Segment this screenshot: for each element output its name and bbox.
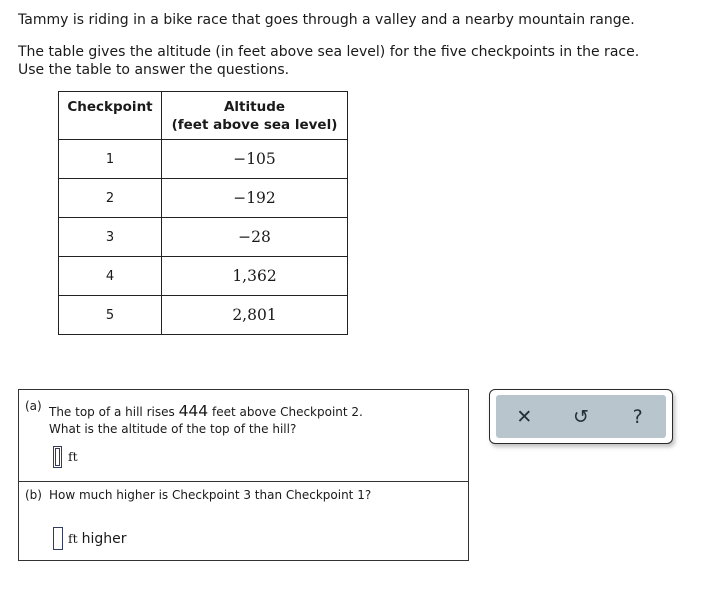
checkpoint-cell: 2 [58, 178, 162, 218]
question-a-number: 444 [178, 402, 209, 420]
question-a-line2: What is the altitude of the top of the h… [49, 422, 297, 436]
altitude-cell: −192 [161, 178, 348, 218]
question-b-label: (b) [25, 488, 42, 502]
instructions: The table gives the altitude (in feet ab… [18, 43, 639, 79]
table-row: 4 1,362 [58, 256, 348, 296]
checkpoint-cell: 1 [58, 139, 162, 179]
help-icon[interactable]: ? [618, 406, 658, 428]
checkpoint-cell: 4 [58, 256, 162, 296]
question-a-text-post: feet above Checkpoint 2. [208, 405, 363, 419]
table-row: 5 2,801 [58, 295, 348, 335]
altitude-cell: −105 [161, 139, 348, 179]
clear-icon[interactable]: ✕ [504, 406, 544, 428]
answer-b-unit: ft higher [68, 531, 127, 547]
table-row: 3 −28 [58, 217, 348, 257]
header-checkpoint: Checkpoint [58, 91, 162, 140]
question-b-text: How much higher is Checkpoint 3 than Che… [49, 488, 372, 502]
altitude-cell: 2,801 [161, 295, 348, 335]
question-a-text: The top of a hill rises 444 feet above C… [49, 402, 363, 421]
altitude-table: Checkpoint Altitude (feet above sea leve… [58, 91, 348, 335]
header-altitude: Altitude (feet above sea level) [161, 91, 348, 140]
question-a: (a) The top of a hill rises 444 feet abo… [19, 390, 468, 482]
table-row: 1 −105 [58, 139, 348, 179]
header-altitude-title: Altitude [223, 99, 286, 115]
header-altitude-unit: (feet above sea level) [171, 117, 338, 133]
answer-b-unit-suffix: higher [81, 531, 127, 547]
instructions-line-2: Use the table to answer the questions. [18, 62, 290, 78]
checkpoint-cell: 3 [58, 217, 162, 257]
answer-toolbar: ✕ ↺ ? [489, 389, 673, 444]
question-a-text-pre: The top of a hill rises [49, 405, 179, 419]
altitude-cell: 1,362 [161, 256, 348, 296]
answer-a-input[interactable] [53, 446, 62, 468]
checkpoint-cell: 5 [58, 295, 162, 335]
toolbar-buttons: ✕ ↺ ? [496, 395, 666, 438]
table-header-row: Checkpoint Altitude (feet above sea leve… [58, 91, 348, 140]
altitude-cell: −28 [161, 217, 348, 257]
answer-b-unit-ft: ft [68, 531, 78, 546]
intro-text: Tammy is riding in a bike race that goes… [18, 12, 635, 28]
answer-b-input[interactable] [53, 527, 63, 550]
answer-a-unit: ft [68, 449, 78, 464]
question-a-label: (a) [25, 399, 42, 413]
table-row: 2 −192 [58, 178, 348, 218]
undo-icon[interactable]: ↺ [561, 406, 601, 428]
questions-panel: (a) The top of a hill rises 444 feet abo… [18, 389, 469, 561]
instructions-line-1: The table gives the altitude (in feet ab… [18, 44, 640, 60]
